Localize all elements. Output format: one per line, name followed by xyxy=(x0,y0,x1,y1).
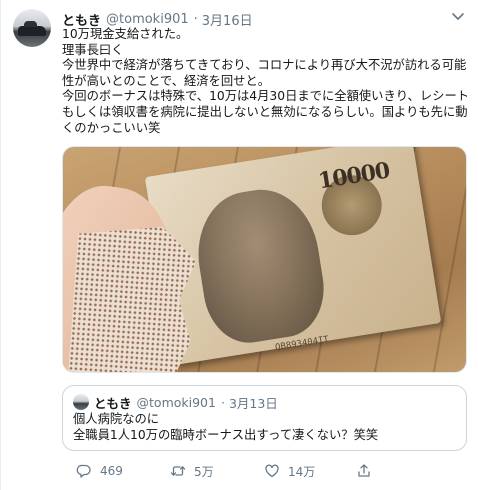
quoted-date: 3月13日 xyxy=(228,395,278,411)
tweet-line: 今回のボーナスは特殊で、10万は4月30日までに全額使いきり、レシート xyxy=(62,89,470,104)
quoted-header: ともき @tomoki901 · 3月13日 xyxy=(94,393,278,411)
tweet-photo[interactable]: 10000 QB893404IT xyxy=(62,146,467,373)
quoted-avatar xyxy=(73,394,89,410)
tweet-line: 10万現金支給された。 xyxy=(62,27,189,41)
tweet-line: 理事長曰く xyxy=(62,42,124,57)
reply-icon xyxy=(76,464,91,478)
share-icon xyxy=(358,464,370,477)
like-button[interactable]: 14万 xyxy=(264,460,315,482)
chevron-down-icon[interactable] xyxy=(452,12,464,22)
tweet-line: 今世界中で経済が落ちてきており、コロナにより再び大不況が訪れる可能 xyxy=(62,58,467,73)
share-button[interactable] xyxy=(356,460,380,482)
avatar-car-image xyxy=(18,21,46,36)
separator-dot: · xyxy=(220,394,225,410)
reply-button[interactable]: 469 xyxy=(76,460,123,482)
quoted-tweet[interactable]: ともき @tomoki901 · 3月13日 個人病院なのに 全職員1人10万の… xyxy=(62,385,467,451)
quoted-text: 個人病院なのに 全職員1人10万の臨時ボーナス出すって凄くない？笑笑 xyxy=(73,412,378,443)
quoted-line: 全職員1人10万の臨時ボーナス出すって凄くない？笑笑 xyxy=(73,427,379,442)
display-name[interactable]: ともき xyxy=(62,10,101,29)
heart-icon xyxy=(265,464,279,478)
tweet-text: 10万現金支給された。 理事長曰く 今世界中で経済が落ちてきており、コロナにより… xyxy=(62,27,470,136)
retweet-icon xyxy=(170,466,186,476)
retweet-count: 5万 xyxy=(194,464,214,479)
tweet-line: 性が高いとのことで、経済を回せと。 xyxy=(62,73,271,88)
quoted-line: 個人病院なのに xyxy=(73,412,160,426)
like-count: 14万 xyxy=(288,464,316,479)
tweet[interactable]: ともき @tomoki901 · 3月16日 10万現金支給された。 理事長曰く… xyxy=(0,0,478,490)
avatar[interactable] xyxy=(13,9,51,47)
reply-count: 469 xyxy=(100,464,123,478)
tweet-date[interactable]: 3月16日 xyxy=(202,10,253,29)
tweet-line: くのかっこいい笑 xyxy=(62,120,161,135)
user-handle[interactable]: @tomoki901 xyxy=(106,12,189,27)
retweet-button[interactable]: 5万 xyxy=(170,460,214,482)
torn-envelope xyxy=(68,221,199,373)
tweet-header: ともき @tomoki901 · 3月16日 xyxy=(62,10,253,29)
tweet-line: もしくは領収書を病院に提出しないと無効になるらしい。国よりも先に動 xyxy=(62,104,468,119)
quoted-user-handle: @tomoki901 xyxy=(136,394,216,410)
separator-dot: · xyxy=(193,11,198,27)
quoted-display-name: ともき xyxy=(94,395,132,411)
action-bar: 469 5万 14万 xyxy=(62,460,467,482)
